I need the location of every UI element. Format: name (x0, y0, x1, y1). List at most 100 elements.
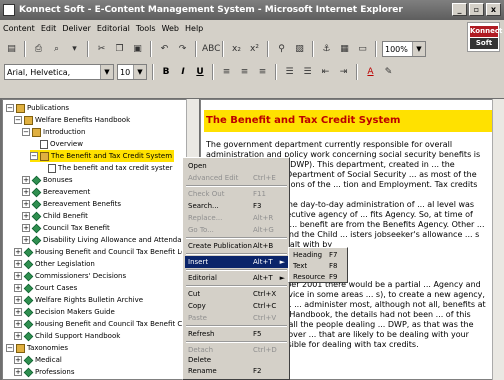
menu-item-refresh[interactable]: Refresh F5 (185, 328, 288, 340)
menu-item-search[interactable]: Search... F3 (185, 200, 288, 212)
link-icon[interactable]: ⚲ (274, 42, 289, 57)
menu-item-open[interactable]: Open (185, 160, 288, 172)
topic-icon (31, 211, 42, 221)
dropdown-icon[interactable]: ▾ (67, 42, 82, 57)
tree-item[interactable]: + Child Benefit (22, 210, 88, 222)
tree-item[interactable]: Overview (40, 138, 83, 150)
superscript-icon[interactable]: x² (247, 42, 262, 57)
numbered-list-icon[interactable]: ☰ (282, 65, 297, 80)
menu-item-copy[interactable]: Copy Ctrl+C (185, 300, 288, 312)
tree-item[interactable]: + Medical (14, 354, 62, 366)
outdent-icon[interactable]: ⇤ (318, 65, 333, 80)
book-icon (16, 103, 25, 113)
tree-item[interactable]: − Taxonomies (6, 342, 68, 354)
tree-item[interactable]: + Disability Living Allowance and Attend… (22, 234, 190, 246)
tree-root[interactable]: − Publications (6, 102, 69, 114)
menu-item-create-publication[interactable]: Create Publication Alt+B (185, 240, 288, 252)
font-family-select[interactable]: Arial, Helvetica, ▼ (4, 64, 114, 80)
cut-icon[interactable]: ✂ (94, 42, 109, 57)
underline-button[interactable]: U (193, 67, 207, 77)
book-icon (32, 127, 41, 137)
zoom-select[interactable]: 100% ▼ (382, 41, 426, 57)
tree-item-selected[interactable]: − The Benefit and Tax Credit System (30, 150, 175, 162)
tree-item[interactable]: The benefit and tax credit syster (48, 162, 173, 174)
menu-item-paste[interactable]: Paste Ctrl+V (185, 312, 288, 324)
tree-item[interactable]: − Welfare Benefits Handbook (14, 114, 130, 126)
tree-item[interactable]: + Council Tax Benefit (22, 222, 110, 234)
topic-icon (31, 223, 42, 233)
redo-icon[interactable]: ↷ (175, 42, 190, 57)
tree-item[interactable]: + Housing Benefit and Council Tax Benefi… (14, 246, 195, 258)
tree-item[interactable]: + Bonuses (22, 174, 73, 186)
topic-icon (23, 307, 34, 317)
submenu-item-resource[interactable]: Resource F9 (291, 271, 347, 282)
menu-item-cut[interactable]: Cut Ctrl+X (185, 288, 288, 300)
tree-item[interactable]: + Welfare Rights Bulletin Archive (14, 294, 143, 306)
tree-item[interactable]: + Decision Makers Guide (14, 306, 115, 318)
tree-item[interactable]: + Child Support Handbook (14, 330, 120, 342)
form-icon[interactable]: ▭ (355, 42, 370, 57)
chevron-down-icon: ▼ (100, 65, 113, 79)
undo-icon[interactable]: ↶ (157, 42, 172, 57)
indent-icon[interactable]: ⇥ (336, 65, 351, 80)
save-icon[interactable]: ▤ (4, 42, 19, 57)
menu-deliver[interactable]: Deliver (62, 24, 90, 33)
font-size-select[interactable]: 10 ▼ (117, 64, 147, 80)
menu-content[interactable]: Content (3, 24, 35, 33)
copy-icon[interactable]: ❐ (112, 42, 127, 57)
menu-editorial[interactable]: Editorial (97, 24, 130, 33)
font-color-icon[interactable]: A (363, 65, 378, 80)
table-icon[interactable]: ▦ (337, 42, 352, 57)
italic-button[interactable]: I (176, 67, 190, 77)
subscript-icon[interactable]: x₂ (229, 42, 244, 57)
menu-item-go-to[interactable]: Go To... Alt+G (185, 224, 288, 236)
zoom-value: 100% (385, 44, 408, 54)
menu-item-check-out[interactable]: Check Out F11 (185, 188, 288, 200)
tree-item[interactable]: + Professions (14, 366, 74, 378)
menu-web[interactable]: Web (162, 24, 179, 33)
topic-icon (31, 187, 42, 197)
tree-item[interactable]: + Court Cases (14, 282, 77, 294)
highlight-icon[interactable]: ✎ (381, 65, 396, 80)
font-family-value: Arial, Helvetica, (7, 67, 71, 77)
close-button[interactable]: x (486, 3, 501, 16)
align-center-icon[interactable]: ≡ (237, 65, 252, 80)
topic-icon (31, 235, 42, 245)
menu-item-insert[interactable]: Insert Alt+T ► (185, 256, 288, 268)
submenu-item-heading[interactable]: Heading F7 (291, 249, 347, 260)
tree-item[interactable]: + Bereavement Benefits (22, 198, 121, 210)
maximize-button[interactable]: ▫ (469, 3, 484, 16)
document-scrollbar[interactable] (492, 99, 504, 380)
spellcheck-icon[interactable]: ABC (202, 42, 220, 57)
menu-item-advanced-edit[interactable]: Advanced Edit Ctrl+E (185, 172, 288, 184)
preview-icon[interactable]: ⌕ (49, 42, 64, 57)
tree-item[interactable]: + Commissioners' Decisions (14, 270, 126, 282)
menu-item-rename[interactable]: Rename F2 (185, 365, 288, 377)
tree-item[interactable]: − Introduction (22, 126, 85, 138)
tree-item[interactable]: + Bereavement (22, 186, 90, 198)
paste-icon[interactable]: ▣ (130, 42, 145, 57)
image-icon[interactable]: ▨ (292, 42, 307, 57)
menu-item-editorial[interactable]: Editorial Alt+T ► (185, 272, 288, 284)
insert-submenu: Heading F7 Text F8 Resource F9 (288, 247, 348, 283)
topic-icon (23, 331, 34, 341)
anchor-icon[interactable]: ⚓ (319, 42, 334, 57)
bold-button[interactable]: B (159, 67, 173, 77)
print-icon[interactable]: ⎙ (31, 42, 46, 57)
menu-tools[interactable]: Tools (136, 24, 156, 33)
menu-help[interactable]: Help (185, 24, 203, 33)
minimize-button[interactable]: _ (452, 3, 467, 16)
page-icon (48, 163, 56, 173)
menu-item-replace[interactable]: Replace... Alt+R (185, 212, 288, 224)
title-bar: Konnect Soft - E-Content Management Syst… (0, 0, 504, 20)
bullet-list-icon[interactable]: ☰ (300, 65, 315, 80)
align-left-icon[interactable]: ≡ (219, 65, 234, 80)
tree-item[interactable]: + Housing Benefit and Council Tax Benefi… (14, 318, 195, 330)
submenu-arrow-icon: ► (279, 274, 285, 282)
align-right-icon[interactable]: ≡ (255, 65, 270, 80)
submenu-item-text[interactable]: Text F8 (291, 260, 347, 271)
menu-edit[interactable]: Edit (41, 24, 57, 33)
tree-item[interactable]: + Other Legislation (14, 258, 95, 270)
topic-icon (23, 259, 34, 269)
book-icon (24, 115, 33, 125)
